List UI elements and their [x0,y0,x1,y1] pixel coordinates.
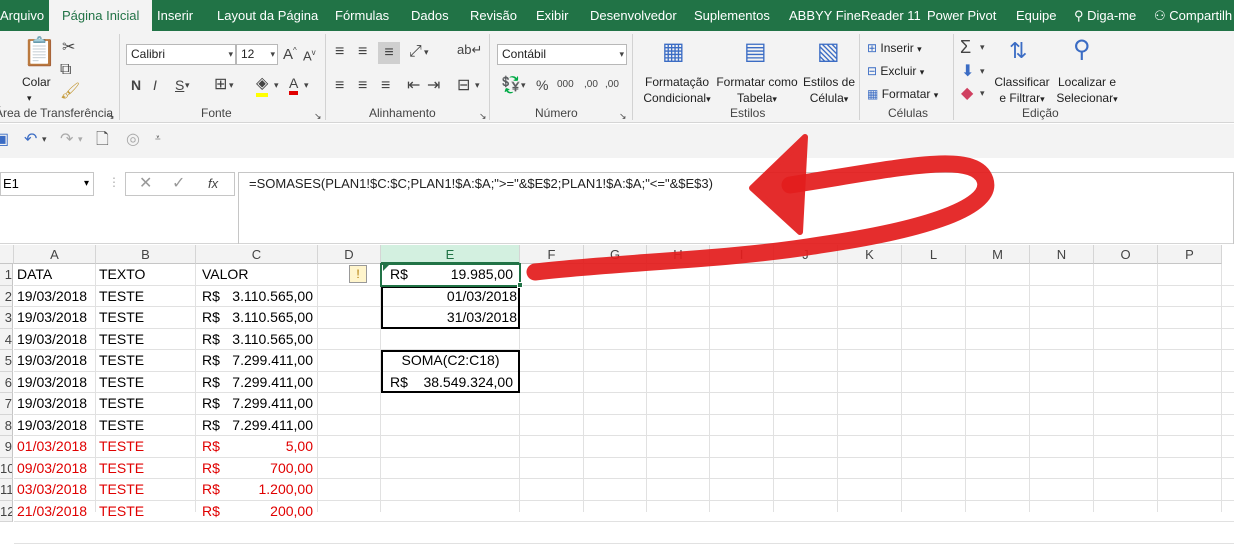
arrow-head [749,134,808,235]
gridline-h [14,542,1234,544]
gridline-h [14,521,1234,522]
red-arrow-annotation [526,134,995,281]
